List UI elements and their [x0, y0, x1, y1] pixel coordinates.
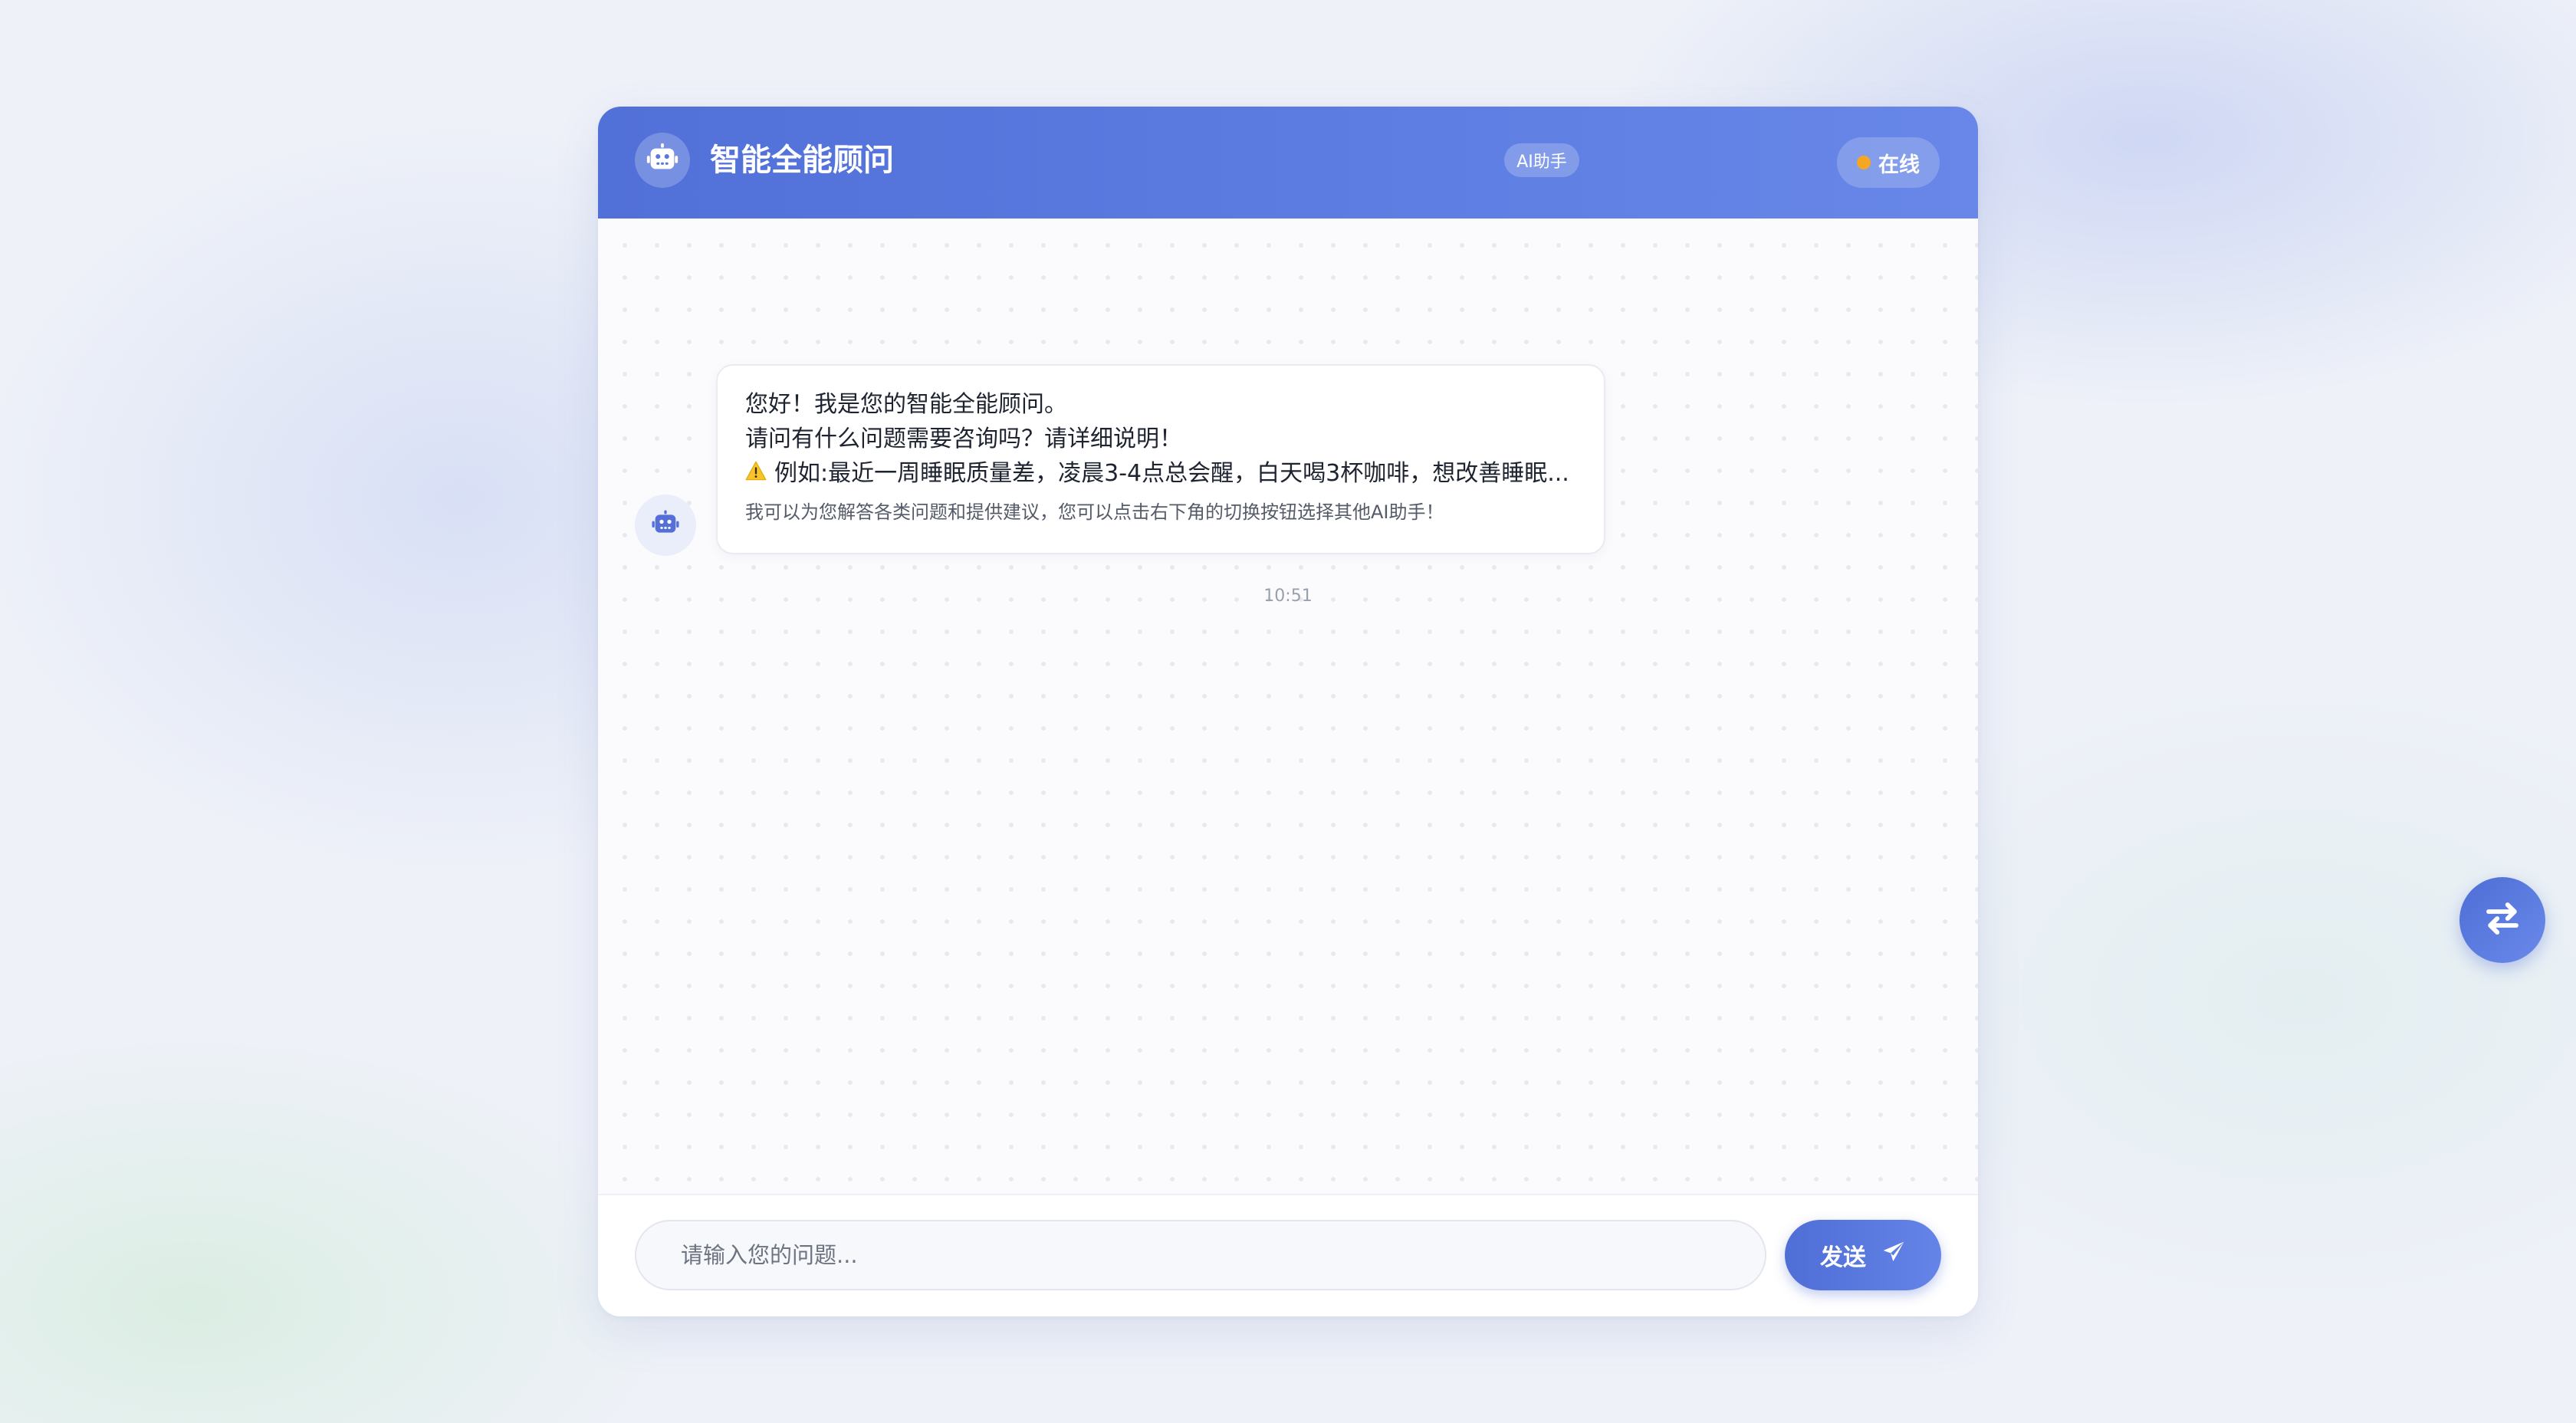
send-label: 发送	[1820, 1244, 1866, 1271]
assistant-title: 智能全能顾问	[710, 143, 894, 178]
input-bar: 发送	[598, 1194, 1978, 1316]
robot-icon	[645, 141, 680, 179]
chat-window: 智能全能顾问 AI助手 在线 您好！我是您的智能全能顾问。 请问有什么问题需要咨…	[598, 107, 1978, 1316]
message-line: 请问有什么问题需要咨询吗？请详细说明！	[745, 426, 1182, 452]
question-input[interactable]	[635, 1220, 1766, 1290]
header-avatar	[635, 133, 690, 188]
message-example-text: 例如:最近一周睡眠质量差，凌晨3-4点总会醒，白天喝3杯咖啡，想改善睡眠...	[774, 460, 1569, 487]
bot-avatar	[635, 495, 696, 556]
status-label: 在线	[1878, 153, 1920, 177]
chat-header: 智能全能顾问 AI助手 在线	[598, 107, 1978, 219]
status-dot-icon	[1857, 156, 1871, 169]
message-timestamp: 10:51	[1263, 587, 1313, 606]
switch-assistant-button[interactable]	[2459, 877, 2545, 963]
robot-icon	[650, 508, 681, 542]
message-note: 我可以为您解答各类问题和提供建议，您可以点击右下角的切换按钮选择其他AI助手！	[745, 501, 1444, 523]
warning-icon	[745, 456, 767, 491]
message-line: 您好！我是您的智能全能顾问。	[745, 391, 1067, 418]
send-button[interactable]: 发送	[1785, 1220, 1941, 1290]
ai-assistant-badge: AI助手	[1504, 143, 1579, 177]
message-example-line: 例如:最近一周睡眠质量差，凌晨3-4点总会醒，白天喝3杯咖啡，想改善睡眠...	[745, 456, 1576, 491]
swap-arrows-icon	[2482, 898, 2523, 942]
online-status-badge: 在线	[1837, 137, 1940, 188]
paper-plane-icon	[1881, 1240, 1906, 1270]
message-list: 您好！我是您的智能全能顾问。 请问有什么问题需要咨询吗？请详细说明！ 例如:最近…	[598, 219, 1978, 1301]
bot-message-bubble: 您好！我是您的智能全能顾问。 请问有什么问题需要咨询吗？请详细说明！ 例如:最近…	[716, 364, 1605, 554]
